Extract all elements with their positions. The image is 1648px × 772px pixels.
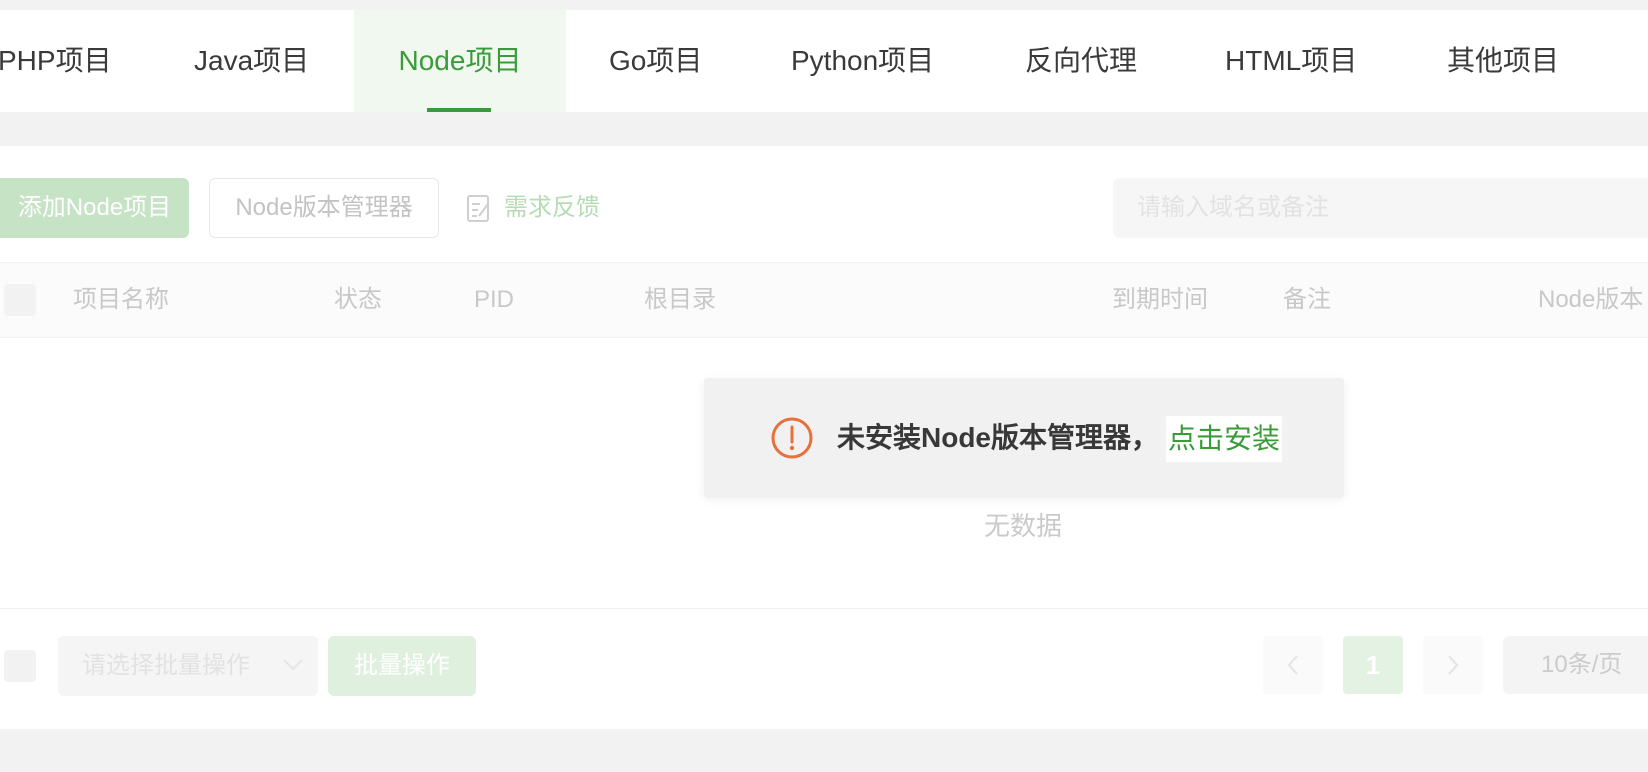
- tab-other[interactable]: 其他项目: [1447, 10, 1559, 112]
- install-warning-message: 未安装Node版本管理器，: [837, 422, 1160, 453]
- install-warning-dialog: 未安装Node版本管理器， 点击安装: [704, 378, 1344, 498]
- column-node-version[interactable]: Node版本: [1538, 263, 1643, 337]
- column-project-name[interactable]: 项目名称: [73, 263, 169, 337]
- feedback-label: 需求反馈: [504, 194, 600, 221]
- tab-html[interactable]: HTML项目: [1225, 10, 1357, 112]
- tab-reverse-proxy[interactable]: 反向代理: [1025, 10, 1137, 112]
- search-input[interactable]: [1113, 178, 1648, 238]
- tab-java[interactable]: Java项目: [194, 10, 309, 112]
- warning-icon: [771, 417, 813, 459]
- next-page-button[interactable]: [1423, 636, 1483, 694]
- tab-go[interactable]: Go项目: [609, 10, 702, 112]
- tab-node-label: Node项目: [398, 45, 522, 76]
- chevron-down-icon: [283, 659, 303, 671]
- prev-page-button[interactable]: [1263, 636, 1323, 694]
- active-tab-indicator: [427, 108, 491, 112]
- batch-operation-button[interactable]: 批量操作: [328, 636, 476, 696]
- tab-python[interactable]: Python项目: [791, 10, 934, 112]
- project-type-tabs: PHP项目 Java项目 Node项目 Go项目 Python项目 反向代理 H…: [0, 10, 1648, 112]
- batch-operation-select[interactable]: 请选择批量操作: [58, 636, 318, 696]
- edit-note-icon: [467, 195, 489, 222]
- chevron-right-icon: [1448, 655, 1459, 675]
- column-root-dir[interactable]: 根目录: [644, 263, 716, 337]
- chevron-left-icon: [1287, 655, 1298, 675]
- column-status[interactable]: 状态: [334, 263, 382, 337]
- column-remark[interactable]: 备注: [1283, 263, 1331, 337]
- node-version-manager-button[interactable]: Node版本管理器: [209, 178, 439, 238]
- page-size-select[interactable]: 10条/页: [1503, 636, 1648, 694]
- select-all-checkbox[interactable]: [4, 284, 36, 316]
- page-number-button[interactable]: 1: [1343, 636, 1403, 694]
- table-footer: 请选择批量操作 批量操作 1 10条/页: [0, 608, 1648, 730]
- tab-node[interactable]: Node项目: [354, 10, 566, 112]
- batch-select-checkbox[interactable]: [4, 650, 36, 682]
- table-header: 项目名称 状态 PID 根目录 到期时间 备注 Node版本: [0, 262, 1648, 338]
- column-pid[interactable]: PID: [474, 263, 514, 337]
- tab-php[interactable]: PHP项目: [0, 10, 112, 112]
- batch-operation-placeholder: 请选择批量操作: [82, 652, 250, 679]
- add-node-project-button[interactable]: 添加Node项目: [0, 178, 189, 238]
- column-expire-time[interactable]: 到期时间: [1112, 263, 1208, 337]
- install-link[interactable]: 点击安装: [1166, 416, 1283, 462]
- empty-text: 无数据: [983, 511, 1062, 541]
